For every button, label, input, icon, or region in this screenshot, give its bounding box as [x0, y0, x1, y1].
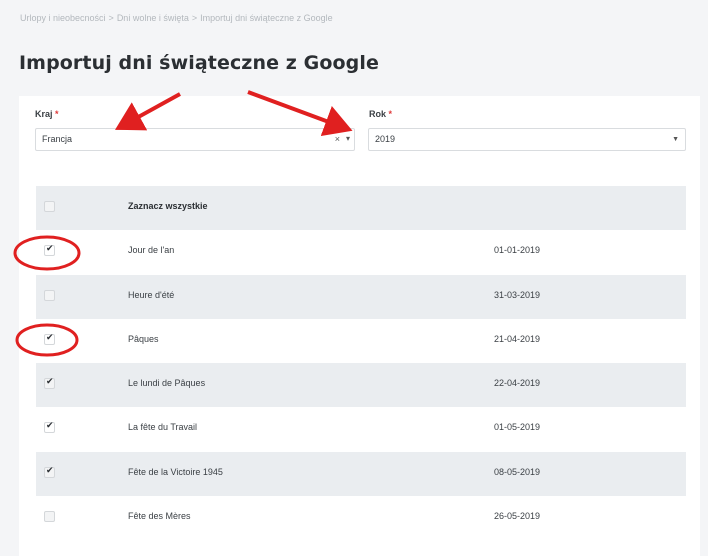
table-row[interactable]: ✔ La fête du Travail 01-05-2019: [36, 407, 686, 451]
table-row[interactable]: Heure d'été 31-03-2019: [36, 274, 686, 319]
check-icon: ✔: [46, 420, 54, 431]
breadcrumb-separator: >: [108, 13, 114, 23]
holiday-name: Jour de l'an: [128, 245, 175, 256]
table-row[interactable]: ✔ Le lundi de Pâques 22-04-2019: [36, 363, 686, 408]
holiday-date: 31-03-2019: [494, 289, 541, 300]
year-label: Rok *: [369, 109, 392, 119]
year-label-text: Rok: [369, 109, 387, 119]
row-checkbox[interactable]: ✔: [44, 376, 55, 390]
chevron-down-icon[interactable]: ▾: [346, 128, 350, 149]
holiday-date: 26-05-2019: [494, 511, 541, 522]
holiday-name: Heure d'été: [128, 289, 175, 300]
chevron-down-icon[interactable]: ▼: [672, 129, 679, 150]
select-all-checkbox[interactable]: [44, 201, 55, 212]
holiday-name: La fête du Travail: [128, 422, 198, 433]
holiday-date: 22-04-2019: [494, 378, 541, 389]
breadcrumb-separator: >: [191, 13, 198, 23]
row-checkbox[interactable]: ✔: [44, 331, 55, 345]
required-mark: *: [388, 109, 393, 119]
check-icon: ✔: [46, 376, 54, 387]
check-icon: ✔: [46, 243, 54, 254]
breadcrumb-item-current: Importuj dni świąteczne z Google: [200, 13, 333, 23]
required-mark: *: [55, 109, 59, 119]
row-checkbox[interactable]: [44, 511, 55, 523]
breadcrumb: Urlopy i nieobecności > Dni wolne i święta…: [20, 13, 333, 23]
holiday-name: Fête de la Victoire 1945: [128, 466, 223, 477]
table-body: ✔ Jour de l'an 01-01-2019 Heure d'été 31-03-…: [36, 230, 686, 540]
holiday-name: Fête des Mères: [128, 511, 191, 522]
row-checkbox[interactable]: ✔: [44, 420, 55, 434]
country-select-value: Francja: [42, 134, 73, 144]
check-icon: ✔: [46, 331, 54, 342]
breadcrumb-item-leave[interactable]: Urlopy i nieobecności: [20, 13, 106, 23]
holiday-date: 08-05-2019: [494, 466, 541, 477]
country-label-text: Kraj: [35, 109, 53, 119]
table-row[interactable]: Fête des Mères 26-05-2019: [36, 496, 686, 540]
check-icon: ✔: [46, 464, 54, 475]
clear-icon[interactable]: ×: [335, 129, 340, 150]
select-all-label[interactable]: Zaznacz wszystkie: [128, 201, 208, 211]
table-row[interactable]: ✔ Jour de l'an 01-01-2019: [36, 230, 686, 274]
year-select-value: 2019: [375, 134, 396, 144]
country-select[interactable]: Francja × ▾: [35, 128, 355, 151]
holiday-name: Pâques: [128, 333, 159, 344]
breadcrumb-item-holidays[interactable]: Dni wolne i święta: [117, 13, 189, 23]
holiday-table: Zaznacz wszystkie ✔ Jour de l'an 01-01-201…: [36, 186, 686, 540]
holiday-date: 01-05-2019: [494, 422, 541, 433]
row-checkbox[interactable]: ✔: [44, 243, 55, 257]
row-checkbox[interactable]: [44, 289, 55, 301]
import-card: Kraj * Francja × ▾ Rok * 2019 ▼ Zaznacz …: [19, 96, 700, 556]
country-label: Kraj *: [35, 109, 59, 119]
holiday-name: Le lundi de Pâques: [128, 378, 206, 389]
year-select[interactable]: 2019 ▼: [368, 128, 686, 151]
row-checkbox[interactable]: ✔: [44, 464, 55, 478]
holiday-date: 21-04-2019: [494, 333, 541, 344]
table-header-row: Zaznacz wszystkie: [36, 186, 686, 231]
table-row[interactable]: ✔ Fête de la Victoire 1945 08-05-2019: [36, 451, 686, 497]
table-row[interactable]: ✔ Pâques 21-04-2019: [36, 319, 686, 363]
page-title: Importuj dni świąteczne z Google: [19, 52, 379, 74]
holiday-date: 01-01-2019: [494, 245, 541, 256]
